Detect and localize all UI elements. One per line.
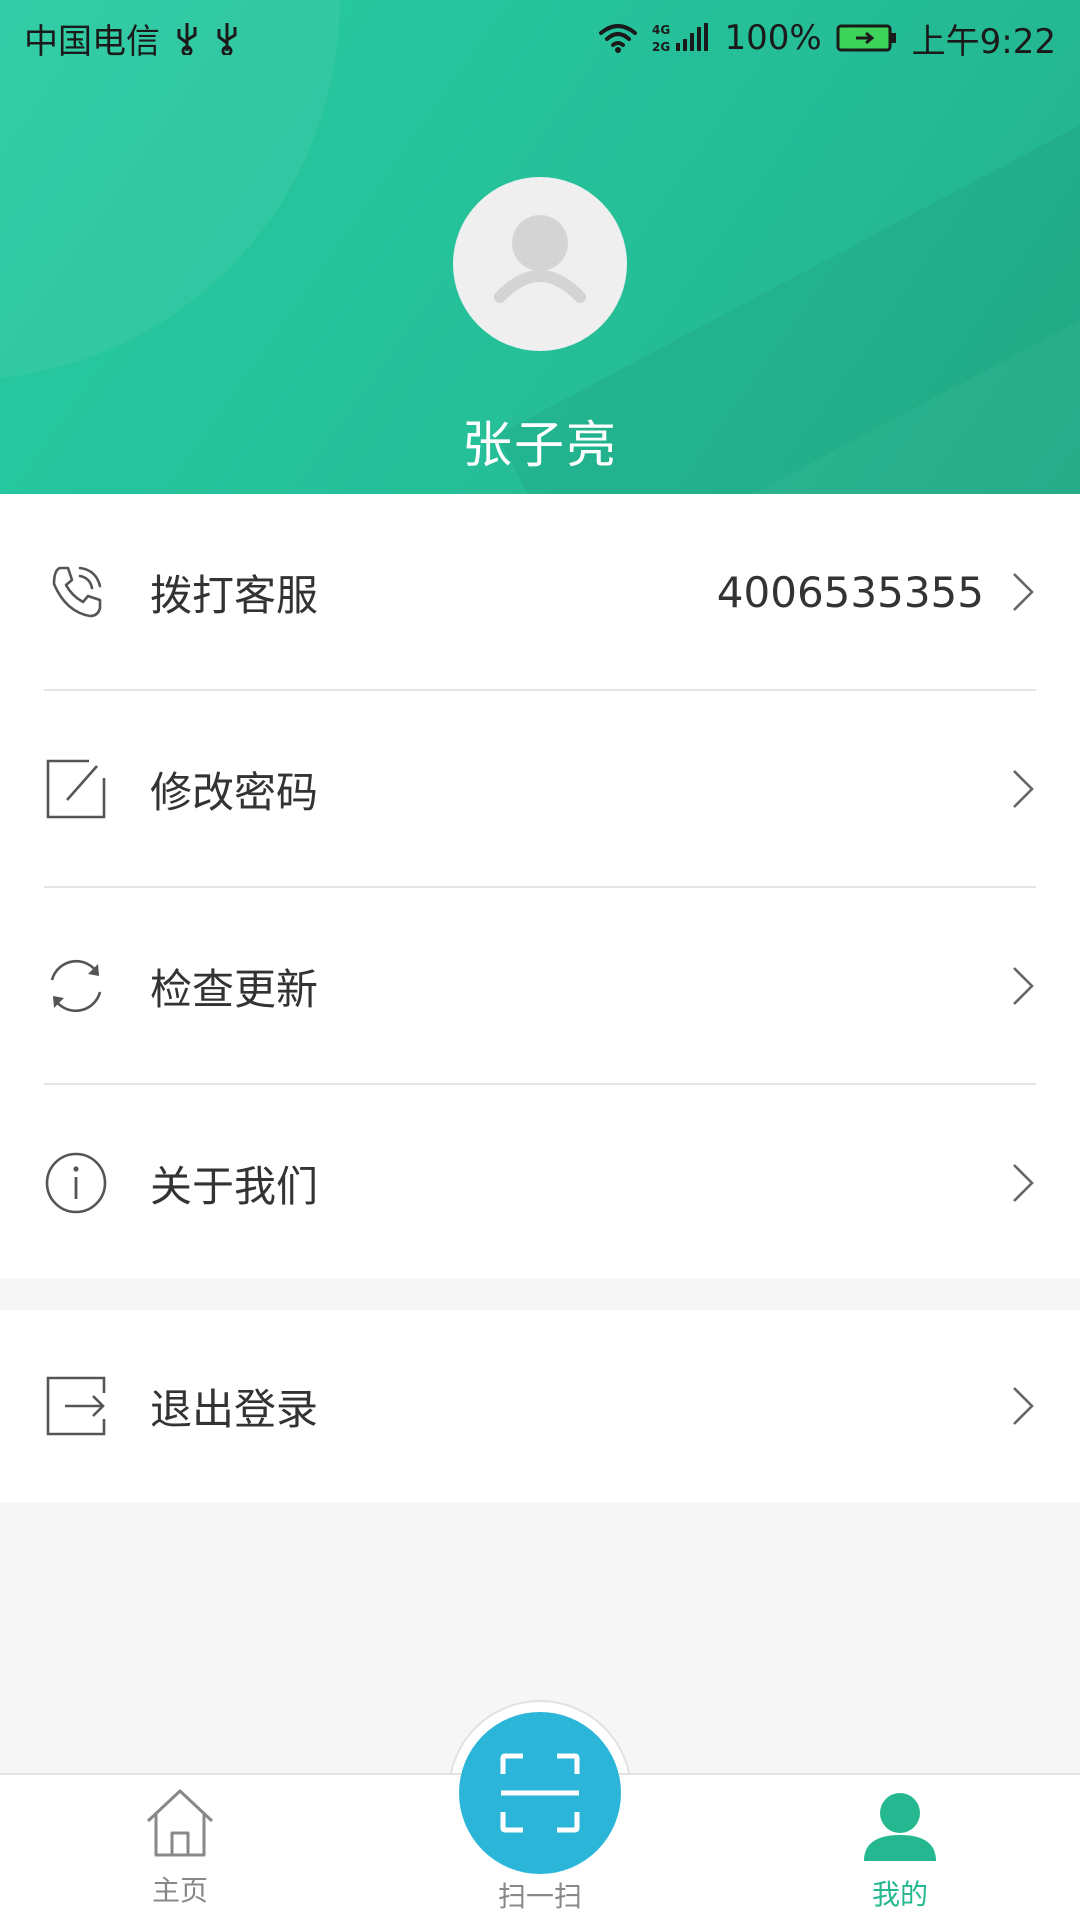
chevron-right-icon	[1008, 1158, 1038, 1208]
tab-scan[interactable]: 扫一扫	[450, 1775, 630, 1920]
logout-section: 退出登录	[0, 1310, 1080, 1502]
tab-label: 我的	[871, 1878, 928, 1911]
phone-icon	[44, 560, 108, 624]
tab-mine[interactable]: 我的	[810, 1775, 990, 1920]
home-icon	[144, 1787, 216, 1863]
menu-label: 修改密码	[150, 767, 319, 817]
menu-item-check-update[interactable]: 检查更新	[0, 888, 1080, 1084]
default-user-avatar-icon	[494, 215, 586, 303]
svg-text:4G: 4G	[652, 23, 670, 37]
chevron-right-icon	[1008, 764, 1038, 814]
signal-icon: 4G 2G	[652, 21, 710, 55]
carrier-name: 中国电信	[24, 21, 160, 62]
logout-icon	[44, 1374, 108, 1438]
chevron-right-icon	[1008, 961, 1038, 1011]
status-time: 上午9:22	[911, 21, 1056, 62]
service-phone-number: 4006535355	[716, 567, 984, 617]
menu-item-about-us[interactable]: 关于我们	[0, 1085, 1080, 1281]
battery-charging-icon	[836, 23, 898, 53]
info-icon	[44, 1151, 108, 1215]
tab-home[interactable]: 主页	[90, 1775, 270, 1920]
tab-label: 主页	[151, 1874, 208, 1907]
menu-label: 退出登录	[150, 1384, 319, 1434]
settings-menu: 拨打客服 4006535355 修改密码 检查更新 关于我们	[0, 494, 1080, 1278]
tab-label: 扫一扫	[497, 1880, 582, 1913]
profile-header: 中国电信 4G 2G 100% 上午9:22 张子亮	[0, 0, 1080, 494]
chevron-right-icon	[1008, 1381, 1038, 1431]
wifi-icon	[598, 22, 638, 54]
avatar[interactable]	[453, 177, 627, 351]
usb-icon	[214, 21, 240, 55]
menu-label: 检查更新	[150, 964, 319, 1014]
menu-item-logout[interactable]: 退出登录	[0, 1308, 1080, 1504]
chevron-right-icon	[1008, 567, 1038, 617]
user-name: 张子亮	[462, 416, 618, 474]
menu-label: 关于我们	[150, 1161, 319, 1211]
edit-icon	[44, 757, 108, 821]
menu-label: 拨打客服	[150, 570, 319, 620]
menu-item-change-password[interactable]: 修改密码	[0, 691, 1080, 887]
svg-text:2G: 2G	[652, 40, 670, 54]
status-bar: 中国电信 4G 2G 100% 上午9:22	[0, 0, 1080, 76]
menu-item-customer-service[interactable]: 拨打客服 4006535355	[0, 494, 1080, 690]
usb-icon	[174, 21, 200, 55]
battery-percent: 100%	[724, 18, 822, 58]
person-icon	[862, 1791, 938, 1867]
refresh-icon	[44, 954, 108, 1018]
